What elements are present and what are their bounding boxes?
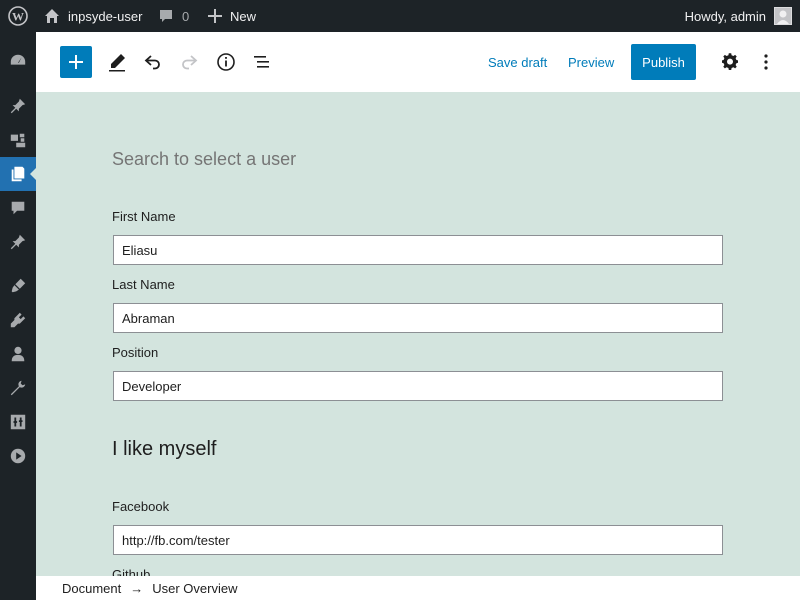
first-name-label: First Name	[112, 209, 176, 224]
new-content-link[interactable]: New	[208, 0, 256, 32]
comments-link[interactable]: 0	[158, 0, 189, 32]
admin-sidebar	[0, 32, 36, 600]
section-heading[interactable]: I like myself	[112, 438, 216, 461]
media-icon[interactable]	[0, 123, 36, 157]
home-icon	[45, 9, 59, 23]
details-button[interactable]	[210, 46, 242, 78]
facebook-label: Facebook	[112, 499, 170, 514]
gear-icon	[722, 53, 738, 70]
play-icon[interactable]	[0, 439, 36, 473]
list-view-button[interactable]	[246, 46, 278, 78]
settings-button[interactable]	[714, 46, 746, 78]
wordpress-logo-icon[interactable]: W	[0, 0, 36, 32]
last-name-input[interactable]	[113, 303, 723, 333]
avatar	[774, 7, 792, 25]
user-search-heading[interactable]: Search to select a user	[112, 149, 296, 170]
editor-canvas: Search to select a user First Name Last …	[36, 92, 800, 576]
github-label: Github	[112, 567, 151, 576]
first-name-input[interactable]	[113, 235, 723, 265]
info-icon	[217, 53, 235, 71]
position-input[interactable]	[113, 371, 723, 401]
redo-button[interactable]	[173, 46, 205, 78]
site-name: inpsyde-user	[68, 8, 143, 24]
pages-icon[interactable]	[0, 157, 36, 191]
position-label: Position	[112, 345, 159, 360]
appearance-icon[interactable]	[0, 269, 36, 303]
howdy-text: Howdy, admin	[684, 8, 766, 24]
list-view-icon	[254, 56, 269, 68]
breadcrumb-current[interactable]: User Overview	[152, 581, 237, 596]
edit-mode-button[interactable]	[101, 46, 133, 78]
comments-count: 0	[182, 8, 190, 24]
save-draft-button[interactable]: Save draft	[488, 46, 547, 78]
pencil-icon	[109, 54, 125, 72]
breadcrumb-separator: →	[130, 580, 144, 596]
facebook-input[interactable]	[113, 525, 723, 555]
add-block-button[interactable]	[60, 46, 92, 78]
preview-button[interactable]: Preview	[568, 46, 614, 78]
publish-button[interactable]: Publish	[631, 44, 696, 80]
tools-icon[interactable]	[0, 371, 36, 405]
editor-toolbar: Save draft Preview Publish	[36, 32, 800, 92]
plus-icon	[208, 9, 222, 23]
options-menu-button[interactable]	[750, 46, 782, 78]
comment-bubble-icon	[160, 10, 172, 22]
dashboard-icon[interactable]	[0, 44, 36, 78]
svg-text:W: W	[12, 10, 24, 24]
users-icon[interactable]	[0, 337, 36, 371]
block-breadcrumb: Document → User Overview	[36, 576, 800, 600]
redo-icon	[182, 55, 198, 70]
undo-icon	[144, 55, 160, 70]
new-label: New	[230, 8, 257, 24]
admin-bar: W inpsyde-user 0 New Howdy, admin	[0, 0, 800, 32]
last-name-label: Last Name	[112, 277, 175, 292]
settings-icon[interactable]	[0, 405, 36, 439]
pin-icon[interactable]	[0, 89, 36, 123]
more-vertical-icon	[764, 54, 768, 70]
plugins-icon[interactable]	[0, 303, 36, 337]
site-name-link[interactable]: inpsyde-user	[44, 0, 142, 32]
undo-button[interactable]	[137, 46, 169, 78]
plus-icon	[69, 55, 83, 69]
pin-icon[interactable]	[0, 225, 36, 259]
account-menu[interactable]: Howdy, admin	[685, 0, 792, 32]
comments-icon[interactable]	[0, 191, 36, 225]
breadcrumb-document[interactable]: Document	[62, 581, 121, 596]
